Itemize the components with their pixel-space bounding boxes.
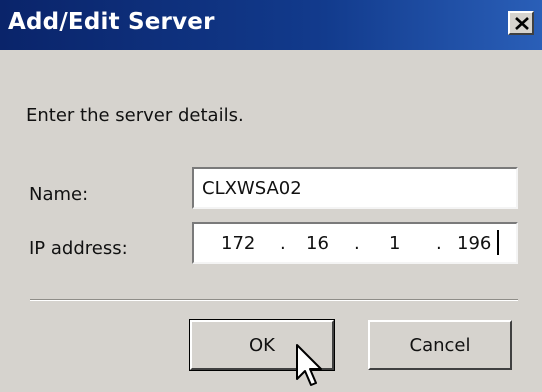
window-title: Add/Edit Server xyxy=(8,9,215,35)
ip-address-label: IP address: xyxy=(29,238,128,259)
ip-octet-2[interactable]: 16 xyxy=(306,233,329,254)
ip-octet-4[interactable]: 196 xyxy=(457,233,491,254)
ip-octet-1[interactable]: 172 xyxy=(221,233,255,254)
ip-octet-3[interactable]: 1 xyxy=(389,233,400,254)
ip-address-field[interactable]: 172 . 16 . 1 . 196 xyxy=(192,222,518,264)
name-value: CLXWSA02 xyxy=(202,178,302,199)
cancel-button-label: Cancel xyxy=(409,334,471,356)
cancel-button[interactable]: Cancel xyxy=(368,320,512,370)
add-edit-server-dialog: Add/Edit Server Enter the server details… xyxy=(0,0,542,392)
title-bar[interactable]: Add/Edit Server xyxy=(0,0,542,50)
instruction-text: Enter the server details. xyxy=(26,105,244,126)
ok-button-label: OK xyxy=(249,334,275,356)
ip-dot: . xyxy=(436,233,442,254)
close-button[interactable] xyxy=(508,11,534,35)
close-icon xyxy=(515,17,529,30)
mouse-pointer-icon xyxy=(296,344,322,386)
ip-dot: . xyxy=(354,233,360,254)
name-field[interactable]: CLXWSA02 xyxy=(192,167,518,209)
text-caret xyxy=(497,230,499,255)
ip-dot: . xyxy=(280,233,286,254)
name-label: Name: xyxy=(29,184,89,205)
separator-line xyxy=(30,299,518,301)
